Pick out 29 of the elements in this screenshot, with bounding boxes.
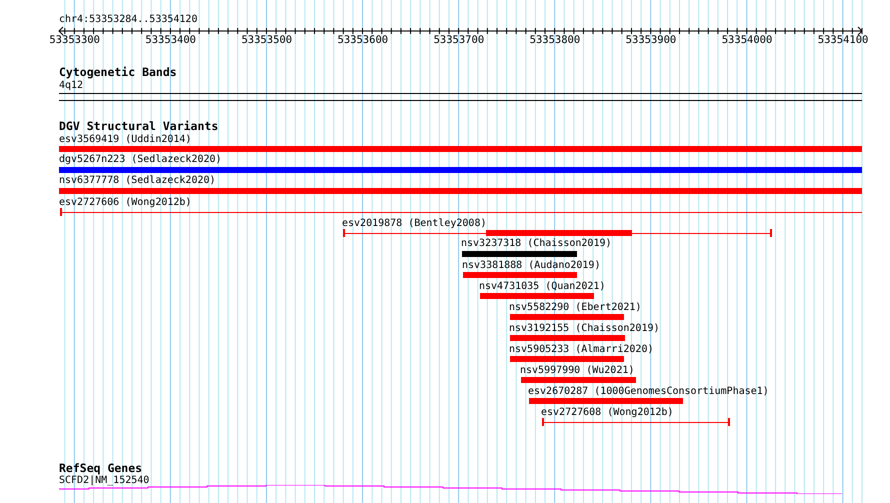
ruler-tick-label: 53354000: [722, 34, 772, 46]
variant-label: nsv4731035 (Quan2021): [479, 281, 606, 293]
variant-label: nsv5905233 (Almarri2020): [509, 344, 654, 356]
variant-label: nsv5997990 (Wu2021): [520, 365, 634, 377]
ruler-tick-label: 53353400: [145, 34, 196, 46]
ruler-position: chr4:53353284..53354120: [59, 14, 198, 26]
ruler-tick-label: 53353700: [434, 34, 484, 46]
track-title: DGV Structural Variants: [59, 120, 218, 132]
variant-label: nsv3192155 (Chaisson2019): [509, 323, 660, 335]
ruler-tick-label: 53353900: [626, 34, 676, 46]
ruler-tick-label: 53353600: [338, 34, 388, 46]
variant-label: esv2670287 (1000GenomesConsortiumPhase1): [528, 386, 769, 398]
variant-label: esv2727606 (Wong2012b): [59, 197, 192, 209]
ruler-tick-label: 53354100: [818, 34, 868, 46]
ruler-tick-label: 53353300: [49, 34, 100, 46]
track-title: RefSeq Genes: [59, 462, 142, 474]
variant-label: nsv3237318 (Chaisson2019): [461, 238, 612, 250]
variant-label: nsv3381888 (Audano2019): [462, 260, 600, 272]
variant-label: dgv5267n223 (Sedlazeck2020): [59, 154, 222, 166]
variant-label: nsv5582290 (Ebert2021): [509, 302, 642, 314]
track-title: Cytogenetic Bands: [59, 66, 177, 78]
gene-label: SCFD2|NM_152540: [59, 475, 150, 487]
variant-label: esv3569419 (Uddin2014): [59, 134, 192, 146]
variant-label: nsv6377778 (Sedlazeck2020): [59, 175, 216, 187]
band-label: 4q12: [59, 80, 84, 92]
variant-label: esv2727608 (Wong2012b): [541, 407, 674, 419]
variant-label: esv2019878 (Bentley2008): [342, 218, 486, 230]
ruler-tick-label: 53353500: [241, 34, 292, 46]
ruler-tick-label: 53353800: [530, 34, 580, 46]
